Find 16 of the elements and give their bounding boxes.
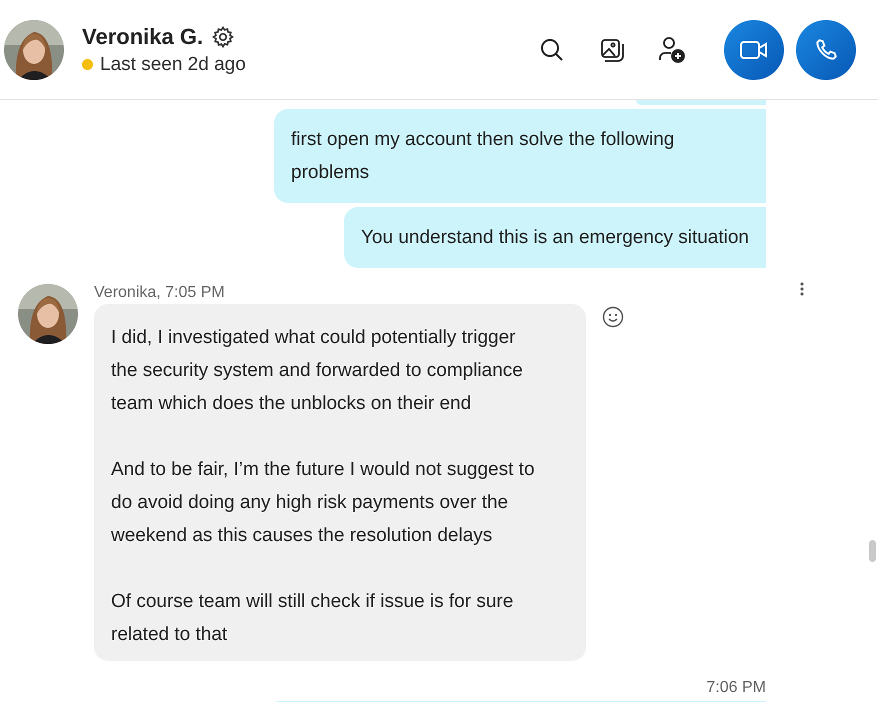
image-icon: [599, 36, 625, 62]
contact-name: Veronika G.: [82, 24, 204, 50]
message-text: And to be fair, I’m the future I would not suggest to do avoid doing any high risk payments over the weekend as this causes the resolution delays: [111, 458, 536, 548]
message-time: 7:06 PM: [706, 679, 766, 697]
scrollbar[interactable]: [869, 540, 876, 562]
sender-time: Veronika, 7:05 PM: [94, 284, 226, 302]
message-bubble: You understand this is an emergency situation: [344, 207, 766, 268]
emoji-icon[interactable]: [602, 306, 624, 328]
message-text: Of course team will still check if issue is for sure related to that: [111, 590, 514, 647]
more-icon[interactable]: [800, 282, 804, 296]
search-icon: [539, 36, 565, 62]
settings-icon[interactable]: [211, 24, 236, 48]
message-text: I did, I investigated what could potentially trigger the security system and forwarded to compliance team which does the unblocks on their end: [111, 326, 524, 416]
message-bubble: first open my account then solve the following problems: [274, 109, 766, 203]
add-person-icon: [658, 36, 686, 64]
status-text: Last seen 2d ago: [100, 54, 246, 76]
